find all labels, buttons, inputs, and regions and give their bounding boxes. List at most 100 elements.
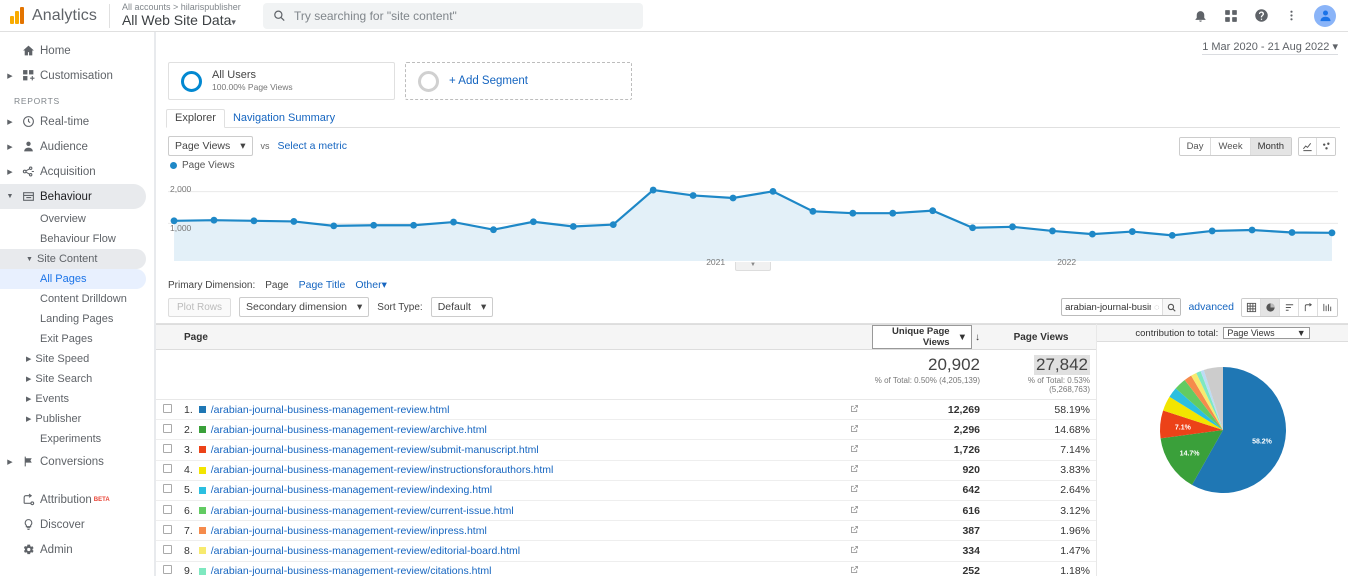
sidebar-item-site-content[interactable]: ▼ Site Content (0, 249, 146, 269)
pie-view-icon[interactable] (1261, 299, 1280, 316)
tab-navigation-summary[interactable]: Navigation Summary (225, 110, 343, 127)
search-input[interactable] (294, 9, 633, 23)
sidebar-item-overview[interactable]: Overview (0, 209, 154, 229)
row-checkbox-cell[interactable] (156, 420, 178, 440)
row-checkbox[interactable] (163, 424, 172, 433)
secondary-dimension-button[interactable]: Secondary dimension ▾ (239, 297, 369, 317)
table-row[interactable]: 5./arabian-journal-business-management-r… (156, 480, 1096, 500)
sidebar-item-attribution[interactable]: Attribution BETA (0, 487, 154, 512)
tab-explorer[interactable]: Explorer (166, 109, 225, 128)
table-search[interactable]: ◌ (1061, 298, 1181, 316)
sidebar-item-conversions[interactable]: ▶ Conversions (0, 449, 154, 474)
contribution-pie-chart[interactable]: 58.2%14.7%7.1% (1157, 364, 1289, 496)
row-checkbox[interactable] (163, 444, 172, 453)
sidebar-item-home[interactable]: Home (0, 38, 154, 63)
sidebar-item-behaviour-flow[interactable]: Behaviour Flow (0, 229, 154, 249)
row-open-cell[interactable] (842, 420, 866, 440)
row-checkbox[interactable] (163, 525, 172, 534)
sidebar-item-experiments[interactable]: Experiments (0, 429, 154, 449)
performance-view-icon[interactable] (1280, 299, 1299, 316)
sidebar-item-admin[interactable]: Admin (0, 537, 154, 562)
row-checkbox-cell[interactable] (156, 400, 178, 420)
contribution-metric-select[interactable]: Page Views ▼ (1223, 327, 1309, 339)
table-search-input[interactable] (1062, 302, 1154, 313)
sidebar-item-discover[interactable]: Discover (0, 512, 154, 537)
sidebar-item-all-pages[interactable]: All Pages (0, 269, 146, 289)
avatar[interactable] (1314, 5, 1336, 27)
column-header-page[interactable]: Page (178, 325, 842, 350)
line-chart-icon[interactable] (1299, 138, 1317, 155)
sidebar-item-content-drilldown[interactable]: Content Drilldown (0, 289, 154, 309)
page-views-line-chart[interactable]: 2,000 1,000 2021 2022 (168, 171, 1338, 263)
sidebar-item-audience[interactable]: ▶ Audience (0, 134, 154, 159)
sidebar-item-site-speed[interactable]: ▶ Site Speed (0, 349, 154, 369)
row-open-cell[interactable] (842, 541, 866, 561)
sidebar-item-landing-pages[interactable]: Landing Pages (0, 309, 154, 329)
sidebar-item-events[interactable]: ▶ Events (0, 389, 154, 409)
dimension-page-title[interactable]: Page Title (299, 279, 346, 291)
row-open-cell[interactable] (842, 400, 866, 420)
plot-rows-button[interactable]: Plot Rows (168, 298, 231, 317)
dimension-other[interactable]: Other▾ (355, 279, 387, 291)
sidebar-item-customisation[interactable]: ▶ Customisation (0, 63, 154, 88)
clear-icon[interactable]: ◌ (1154, 302, 1162, 312)
column-header-page-views[interactable]: Page Views (986, 325, 1096, 350)
row-page-link[interactable]: /arabian-journal-business-management-rev… (211, 404, 450, 416)
row-open-cell[interactable] (842, 460, 866, 480)
row-open-cell[interactable] (842, 500, 866, 520)
granularity-week[interactable]: Week (1211, 138, 1250, 155)
sidebar-item-exit-pages[interactable]: Exit Pages (0, 329, 154, 349)
sidebar-item-acquisition[interactable]: ▶ Acquisition (0, 159, 154, 184)
row-checkbox-cell[interactable] (156, 480, 178, 500)
row-checkbox-cell[interactable] (156, 541, 178, 561)
row-open-cell[interactable] (842, 480, 866, 500)
account-selector[interactable]: All accounts > hilarispublisher All Web … (122, 3, 241, 27)
granularity-day[interactable]: Day (1180, 138, 1212, 155)
row-open-cell[interactable] (842, 561, 866, 576)
select-all-header[interactable] (156, 325, 178, 350)
sidebar-item-site-search[interactable]: ▶ Site Search (0, 369, 154, 389)
row-page-link[interactable]: /arabian-journal-business-management-rev… (211, 424, 487, 436)
row-checkbox[interactable] (163, 464, 172, 473)
chart-resize-handle[interactable]: ▼ (168, 262, 1338, 271)
table-row[interactable]: 9./arabian-journal-business-management-r… (156, 561, 1096, 576)
table-row[interactable]: 2./arabian-journal-business-management-r… (156, 420, 1096, 440)
sort-type-select[interactable]: Default ▾ (431, 297, 494, 317)
metric-selector[interactable]: Page Views ▾ (168, 136, 253, 156)
row-checkbox[interactable] (163, 505, 172, 514)
row-page-link[interactable]: /arabian-journal-business-management-rev… (211, 484, 492, 496)
table-row[interactable]: 8./arabian-journal-business-management-r… (156, 541, 1096, 561)
row-page-link[interactable]: /arabian-journal-business-management-rev… (211, 525, 487, 537)
global-search[interactable] (263, 3, 643, 29)
sidebar-item-real-time[interactable]: ▶ Real-time (0, 109, 154, 134)
advanced-link[interactable]: advanced (1188, 301, 1234, 313)
sidebar-item-publisher[interactable]: ▶ Publisher (0, 409, 154, 429)
row-page-link[interactable]: /arabian-journal-business-management-rev… (211, 565, 492, 576)
row-checkbox[interactable] (163, 404, 172, 413)
row-page-link[interactable]: /arabian-journal-business-management-rev… (211, 464, 554, 476)
row-checkbox[interactable] (163, 545, 172, 554)
table-row[interactable]: 1./arabian-journal-business-management-r… (156, 400, 1096, 420)
help-icon[interactable] (1254, 8, 1269, 23)
table-row[interactable]: 3./arabian-journal-business-management-r… (156, 440, 1096, 460)
table-view-icon[interactable] (1242, 299, 1261, 316)
table-row[interactable]: 7./arabian-journal-business-management-r… (156, 521, 1096, 541)
table-row[interactable]: 6./arabian-journal-business-management-r… (156, 500, 1096, 520)
segment-all-users[interactable]: All Users 100.00% Page Views (168, 62, 395, 100)
dimension-page[interactable]: Page (265, 280, 288, 291)
row-checkbox-cell[interactable] (156, 521, 178, 541)
sidebar-item-behaviour[interactable]: ▼ Behaviour (0, 184, 146, 209)
row-checkbox-cell[interactable] (156, 500, 178, 520)
row-page-link[interactable]: /arabian-journal-business-management-rev… (211, 505, 514, 517)
comparison-view-icon[interactable] (1299, 299, 1318, 316)
scatter-chart-icon[interactable] (1317, 138, 1335, 155)
row-page-link[interactable]: /arabian-journal-business-management-rev… (211, 444, 539, 456)
granularity-month[interactable]: Month (1251, 138, 1291, 155)
table-row[interactable]: 4./arabian-journal-business-management-r… (156, 460, 1096, 480)
row-checkbox-cell[interactable] (156, 460, 178, 480)
row-open-cell[interactable] (842, 440, 866, 460)
pivot-view-icon[interactable] (1318, 299, 1337, 316)
apps-grid-icon[interactable] (1224, 9, 1238, 23)
column-header-unique-page-views[interactable]: Unique Page Views ▼ ↓ (866, 325, 986, 350)
row-checkbox-cell[interactable] (156, 561, 178, 576)
